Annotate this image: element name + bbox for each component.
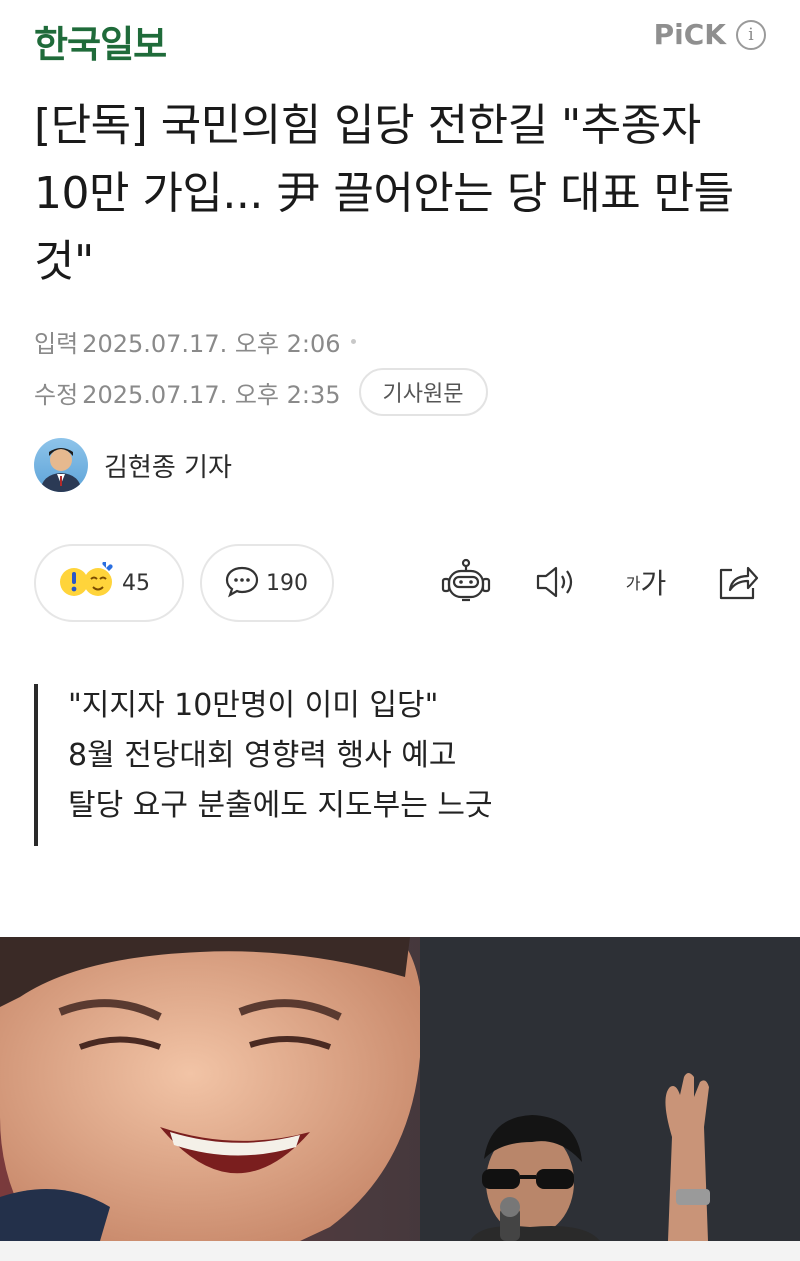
edited-time: 수정 2025.07.17. 오후 2:35 기사원문: [34, 368, 488, 416]
ai-summary-robot-icon[interactable]: [438, 554, 494, 610]
summary-line: 탈당 요구 분출에도 지도부는 느긋: [68, 788, 493, 823]
reaction-count: 45: [122, 570, 150, 596]
reporter-byline[interactable]: 김현종 기자: [34, 438, 232, 492]
comment-icon: [224, 564, 260, 602]
published-time: 입력 2025.07.17. 오후 2:06: [34, 324, 356, 359]
edit-time: 2025.07.17. 오후 2:35: [82, 380, 341, 409]
edit-label: 수정: [34, 380, 79, 409]
font-big-label: 가: [640, 567, 667, 600]
share-icon[interactable]: [710, 554, 766, 610]
top-bar: 한국일보 PiCK i: [0, 0, 800, 76]
article-action-bar: 45 190 가 가: [34, 544, 766, 622]
info-icon[interactable]: i: [736, 19, 766, 50]
comment-button[interactable]: 190: [200, 544, 334, 622]
font-small-label: 가: [625, 574, 641, 593]
reporter-avatar[interactable]: [34, 438, 88, 492]
reaction-button[interactable]: 45: [34, 544, 184, 622]
input-time: 2025.07.17. 오후 2:06: [82, 330, 341, 358]
article-summary: "지지자 10만명이 이미 입당" 8월 전당대회 영향력 행사 예고 탈당 요…: [34, 684, 493, 846]
font-size-button[interactable]: 가 가: [618, 554, 674, 610]
summary-line: "지지자 10만명이 이미 입당": [68, 688, 439, 723]
article-headline: [단독] 국민의힘 입당 전한길 "추종자 10만 가입... 尹 끌어안는 당…: [34, 100, 734, 287]
pick-badge[interactable]: PiCK i: [654, 18, 766, 51]
summary-line: 8월 전당대회 영향력 행사 예고: [68, 738, 457, 773]
bottom-divider: [0, 1241, 800, 1261]
article-photo[interactable]: [0, 937, 800, 1241]
separator-dot: [350, 339, 356, 344]
brand-logo[interactable]: 한국일보: [34, 14, 167, 68]
surprised-emoji-icon: [58, 561, 116, 604]
pick-label: PiCK: [653, 18, 726, 51]
speaker-icon[interactable]: [528, 554, 584, 610]
comment-count: 190: [266, 570, 308, 596]
original-article-button[interactable]: 기사원문: [358, 368, 488, 416]
input-label: 입력: [34, 330, 79, 358]
reporter-name[interactable]: 김현종 기자: [104, 447, 232, 484]
